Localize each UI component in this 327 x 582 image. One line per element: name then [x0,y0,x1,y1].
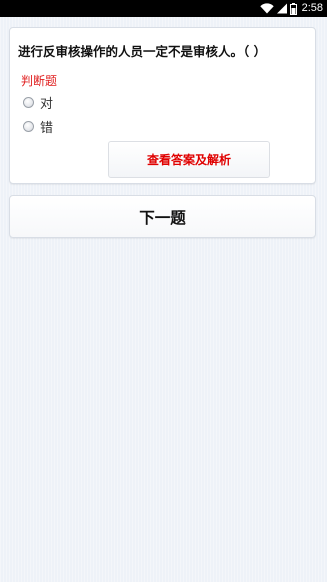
question-card: 进行反审核操作的人员一定不是审核人。（ ） 判断题 对 错 查看答案及解析 [9,27,316,184]
battery-icon [289,2,297,15]
cellular-signal-icon [276,3,287,14]
next-question-label: 下一题 [139,208,186,227]
wifi-icon [259,3,274,14]
radio-button-icon[interactable] [23,96,34,108]
option-false[interactable]: 错 [23,118,54,136]
question-type-label: 判断题 [21,74,58,88]
next-question-button[interactable]: 下一题 [9,195,316,238]
option-true[interactable]: 对 [23,94,54,112]
status-icons: 2:58 [259,1,323,16]
status-time: 2:58 [301,2,323,14]
question-text: 进行反审核操作的人员一定不是审核人。（ ） [18,44,267,59]
option-label: 对 [40,96,54,112]
show-answer-button[interactable]: 查看答案及解析 [108,141,270,178]
option-label: 错 [40,120,54,136]
status-bar: 2:58 [0,0,327,17]
radio-button-icon[interactable] [23,120,34,132]
